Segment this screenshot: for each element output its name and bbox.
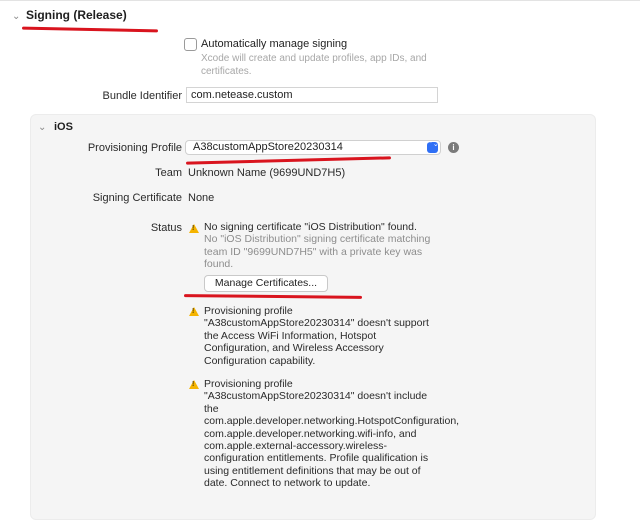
provisioning-profile-value: A38customAppStore20230314 [193, 141, 343, 153]
chevron-down-icon: ⌄ [12, 11, 21, 22]
info-icon[interactable]: i [448, 142, 459, 153]
provisioning-profile-label: Provisioning Profile [87, 142, 182, 154]
top-divider [0, 0, 640, 1]
provisioning-profile-popup[interactable]: A38customAppStore20230314 ⌃⌄ [185, 140, 441, 155]
team-value: Unknown Name (9699UND7H5) [188, 167, 346, 179]
auto-manage-checkbox[interactable] [184, 38, 197, 51]
warning-icon: ! [189, 307, 199, 316]
ios-title: iOS [54, 121, 73, 133]
signing-release-header[interactable]: ⌄ Signing (Release) [12, 8, 127, 22]
bundle-identifier-label: Bundle Identifier [102, 90, 183, 102]
status-warning-text: No signing certificate "iOS Distribution… [204, 221, 444, 271]
warning-icon: ! [189, 224, 199, 233]
status-main-message: No signing certificate "iOS Distribution… [204, 221, 417, 233]
bundle-identifier-field[interactable]: com.netease.custom [186, 87, 438, 103]
status-sub-message: No "iOS Distribution" signing certificat… [204, 233, 431, 271]
capability-warning-text: Provisioning profile "A38customAppStore2… [204, 305, 429, 367]
section-title: Signing (Release) [26, 8, 127, 22]
popup-arrows-icon: ⌃⌄ [427, 141, 439, 153]
auto-manage-description: Xcode will create and update profiles, a… [201, 53, 427, 77]
auto-manage-label: Automatically manage signing [201, 38, 348, 50]
entitlement-warning-text: Provisioning profile "A38customAppStore2… [204, 378, 460, 490]
signing-certificate-value: None [188, 192, 215, 204]
team-label: Team [155, 167, 182, 179]
manage-certificates-button[interactable]: Manage Certificates... [204, 275, 328, 292]
annotation-underline [21, 26, 159, 33]
ios-header[interactable]: ⌄ iOS [38, 121, 73, 133]
signing-certificate-label: Signing Certificate [92, 192, 182, 204]
status-label: Status [150, 222, 182, 234]
warning-icon: ! [189, 380, 199, 389]
chevron-down-icon: ⌄ [38, 122, 47, 133]
